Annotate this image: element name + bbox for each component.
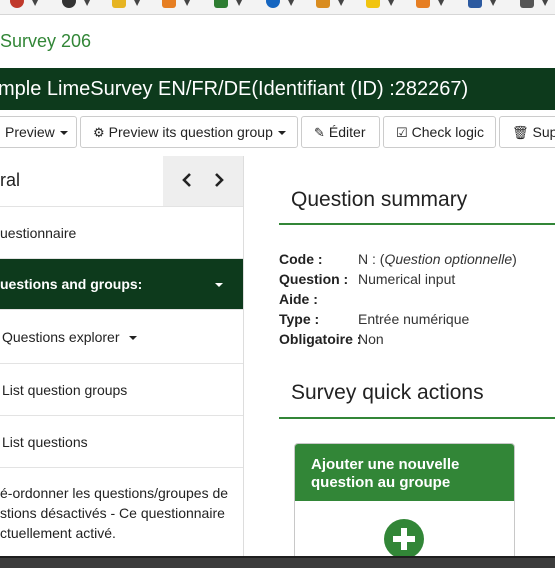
edit-label: Éditer	[328, 124, 366, 140]
edit-icon[interactable]	[162, 0, 176, 8]
chevron-down-icon[interactable]: ▼	[184, 0, 190, 7]
question-summary-title: Question summary	[291, 188, 468, 211]
top-icon-toolbar: ▼ ▼ ▼ ▼ ▼ ▼ ▼ ▼ ▼ ▼ ▼	[0, 0, 555, 15]
sidebar-item-list-question-groups[interactable]: List question groups	[0, 364, 243, 416]
chevron-down-icon[interactable]: ▼	[490, 0, 496, 7]
check-logic-button[interactable]: ☑ Check logic	[383, 116, 496, 148]
pencil-icon[interactable]	[366, 0, 380, 8]
chevron-down-icon[interactable]: ▼	[84, 0, 90, 7]
summary-label: Question :	[279, 271, 349, 287]
chevron-down-icon	[277, 131, 286, 136]
chevron-down-icon[interactable]: ▼	[542, 0, 548, 7]
summary-value: N : (Question optionnelle)	[358, 249, 517, 269]
survey-icon[interactable]	[10, 0, 24, 8]
chevron-down-icon[interactable]: ▼	[236, 0, 242, 7]
reorder-disabled-note: é-ordonner les questions/groupes de stio…	[0, 483, 243, 543]
chevron-right-icon[interactable]	[213, 173, 225, 187]
summary-label: Type :	[279, 311, 320, 327]
gear-icon: ⚙	[93, 126, 105, 141]
edit-button[interactable]: ✎ Éditer	[301, 116, 380, 148]
page-title: mple LimeSurvey EN/FR/DE(Identifiant (ID…	[0, 78, 469, 100]
chevron-down-icon[interactable]: ▼	[388, 0, 394, 7]
summary-label: Aide :	[279, 291, 318, 307]
sidebar-item-label: Questions explorer	[2, 329, 120, 345]
chevron-left-icon[interactable]	[181, 173, 193, 187]
preview-group-label: Preview its question group	[108, 124, 273, 140]
check-logic-label: Check logic	[411, 124, 485, 140]
chevron-down-icon	[128, 336, 137, 341]
summary-label: Obligatoire :	[279, 331, 362, 347]
survey-breadcrumb-link[interactable]: Survey 206	[0, 31, 91, 52]
folder-icon[interactable]	[316, 0, 330, 8]
quick-actions-title: Survey quick actions	[291, 381, 484, 404]
chevron-down-icon[interactable]: ▼	[288, 0, 294, 7]
sidebar-header: ral	[0, 156, 243, 207]
sidebar-item-questionnaire[interactable]: uestionnaire	[0, 207, 243, 259]
sidebar-item-list-questions[interactable]: List questions	[0, 416, 243, 468]
sidebar-item-label: uestionnaire	[0, 225, 77, 241]
trash-icon: 🗑	[512, 126, 529, 141]
pencil-icon: ✎	[314, 126, 325, 141]
wand-icon[interactable]	[112, 0, 126, 8]
note-line: ctuellement activé.	[0, 525, 116, 541]
chevron-down-icon[interactable]: ▼	[32, 0, 38, 7]
divider	[279, 417, 555, 419]
brush-icon[interactable]	[416, 0, 430, 8]
preview-button[interactable]: Preview	[0, 116, 77, 148]
code-value: N : (	[358, 251, 385, 267]
summary-value: Entrée numérique	[358, 311, 470, 327]
add-question-card[interactable]: Ajouter une nouvelle question au groupe	[294, 443, 515, 568]
survey-title-bar: mple LimeSurvey EN/FR/DE(Identifiant (ID…	[0, 68, 555, 110]
info-icon[interactable]	[266, 0, 280, 8]
tools-icon[interactable]	[468, 0, 482, 8]
display-icon[interactable]	[520, 0, 534, 8]
chevron-down-icon	[59, 131, 68, 136]
sidebar-item-questions-and-groups[interactable]: uestions and groups:	[0, 259, 243, 310]
divider	[279, 223, 555, 225]
sidebar-nav-arrows	[163, 156, 243, 206]
note-line: é-ordonner les questions/groupes de	[0, 485, 229, 501]
delete-button[interactable]: 🗑Supp	[499, 116, 555, 148]
sidebar: ral uestionnaire uestions and groups: Qu…	[0, 156, 244, 556]
preview-label: Preview	[5, 124, 55, 140]
summary-label: Code :	[279, 251, 323, 267]
delete-label: Supp	[532, 124, 555, 140]
chevron-down-icon[interactable]: ▼	[134, 0, 140, 7]
summary-value: Non	[358, 331, 384, 347]
note-line: stions désactivés - Ce questionnaire	[0, 505, 225, 521]
chevron-down-icon[interactable]: ▼	[338, 0, 344, 7]
sidebar-item-questions-explorer[interactable]: Questions explorer	[0, 310, 243, 364]
add-question-card-title: Ajouter une nouvelle question au groupe	[295, 444, 514, 501]
plus-circle-icon[interactable]	[384, 519, 424, 559]
summary-value: Numerical input	[358, 271, 456, 287]
sidebar-item-label: uestions and groups:	[0, 276, 143, 292]
preview-group-button[interactable]: ⚙ Preview its question group	[80, 116, 298, 148]
code-value-close: )	[512, 251, 517, 267]
check-logic-icon: ☑	[396, 126, 408, 141]
bottom-bar	[0, 556, 555, 568]
sidebar-item-label: List questions	[2, 434, 88, 450]
optional-note: Question optionnelle	[384, 251, 513, 267]
spreadsheet-icon[interactable]	[214, 0, 228, 8]
chevron-down-icon[interactable]: ▼	[438, 0, 444, 7]
user-icon[interactable]	[62, 0, 76, 8]
chevron-down-icon	[215, 283, 223, 287]
sidebar-item-label: List question groups	[2, 382, 128, 398]
sidebar-heading: ral	[0, 170, 21, 190]
